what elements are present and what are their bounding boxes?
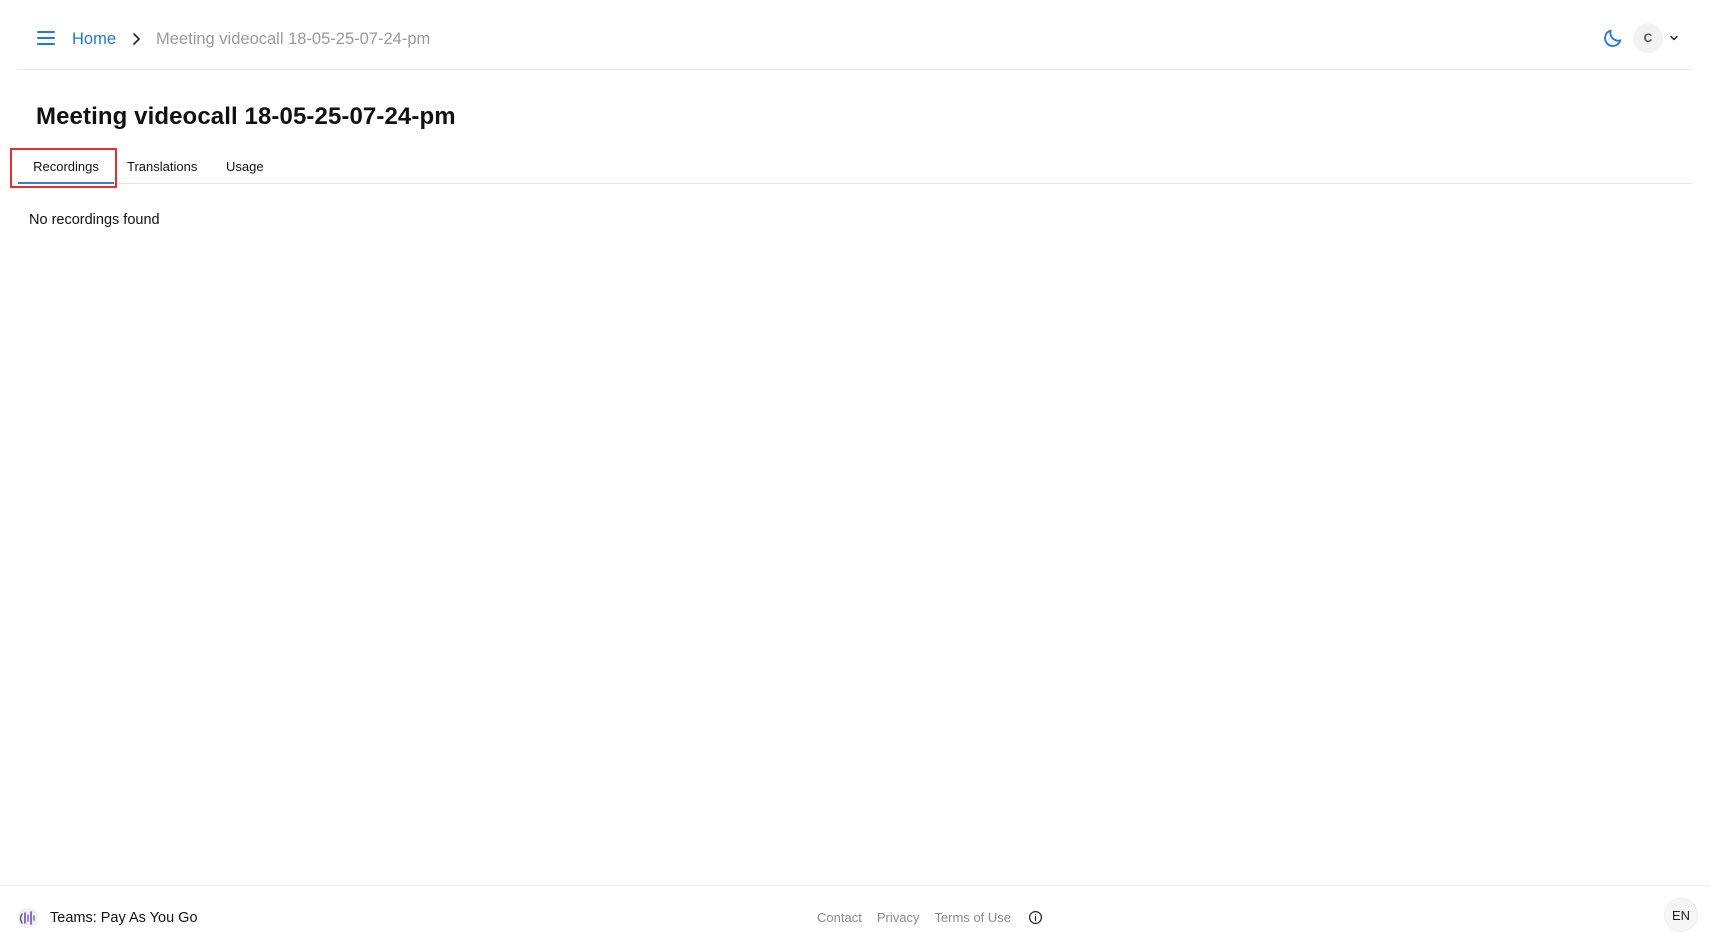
info-circle-icon[interactable] xyxy=(1028,910,1043,925)
footer-brand: Teams: Pay As You Go xyxy=(16,906,198,930)
footer-link-terms[interactable]: Terms of Use xyxy=(934,910,1011,925)
chevron-right-icon xyxy=(128,31,144,47)
hamburger-menu-icon[interactable] xyxy=(34,26,58,50)
tab-bar: Recordings Translations Usage xyxy=(18,150,1692,184)
tab-recordings[interactable]: Recordings xyxy=(18,150,114,184)
avatar: C xyxy=(1633,23,1663,53)
empty-state-message: No recordings found xyxy=(29,212,160,228)
tab-usage[interactable]: Usage xyxy=(226,150,264,183)
footer-link-privacy[interactable]: Privacy xyxy=(877,910,920,925)
chevron-down-icon xyxy=(1668,32,1680,44)
tab-translations[interactable]: Translations xyxy=(127,150,197,183)
breadcrumb-home-link[interactable]: Home xyxy=(72,30,116,49)
footer-brand-label: Teams: Pay As You Go xyxy=(50,910,198,926)
footer: Teams: Pay As You Go Contact Privacy Ter… xyxy=(0,885,1710,945)
footer-links: Contact Privacy Terms of Use xyxy=(817,910,1043,925)
moon-icon[interactable] xyxy=(1602,27,1624,49)
page-title: Meeting videocall 18-05-25-07-24-pm xyxy=(36,103,456,130)
top-header: Home Meeting videocall 18-05-25-07-24-pm… xyxy=(18,0,1692,70)
footer-link-contact[interactable]: Contact xyxy=(817,910,862,925)
breadcrumb: Home Meeting videocall 18-05-25-07-24-pm xyxy=(72,27,430,51)
user-menu-button[interactable]: C xyxy=(1633,23,1680,53)
language-selector-button[interactable]: EN xyxy=(1664,898,1698,932)
brand-logo-icon xyxy=(16,906,40,930)
breadcrumb-current: Meeting videocall 18-05-25-07-24-pm xyxy=(156,29,431,48)
